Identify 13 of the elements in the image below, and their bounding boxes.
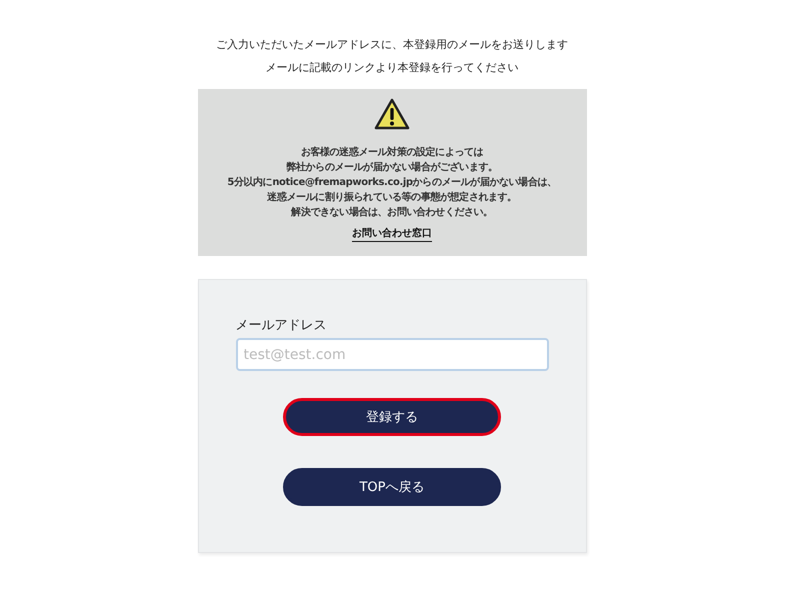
notice-text: 解決できない場合は、お問い合わせください。 bbox=[290, 206, 494, 220]
action-button[interactable]: 登録する bbox=[283, 398, 501, 436]
intro-text: ご入力いただいたメールアドレスに、本登録用のメールをお送りします bbox=[215, 38, 569, 52]
contact-link[interactable]: お問い合わせ窓口 bbox=[352, 226, 432, 242]
warning-icon bbox=[374, 98, 410, 130]
email-field[interactable]: test@test.com bbox=[236, 338, 548, 371]
notice-text: お客様の迷惑メール対策の設定によっては bbox=[300, 145, 484, 160]
action-button[interactable]: TOPへ戻る bbox=[283, 468, 501, 506]
notice-text: 5分以内にnotice@fremapworks.co.jpからのメールが届かない場合は、 bbox=[227, 176, 557, 190]
intro-text: メールに記載のリンクより本登録を行ってください bbox=[264, 61, 520, 75]
field-label: メールアドレス bbox=[236, 317, 326, 334]
notice-text: 弊社からのメールが届かない場合がございます。 bbox=[285, 160, 499, 175]
notice-text: 迷惑メールに割り振られている等の事態が想定されます。 bbox=[266, 190, 518, 205]
